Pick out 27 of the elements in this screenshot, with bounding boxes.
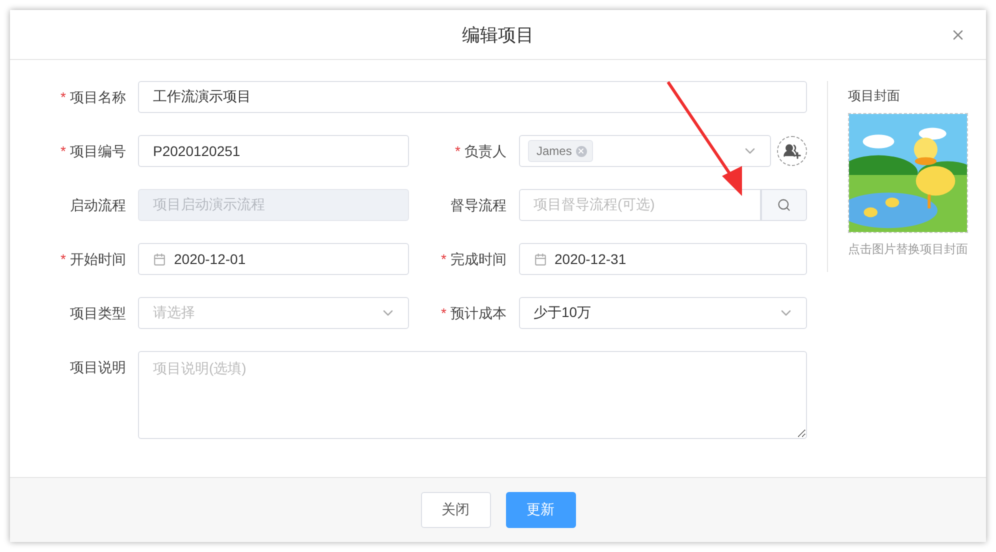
field-label: 启动流程: [69, 196, 127, 215]
field-label: * 完成时间: [440, 250, 508, 269]
dialog-title: 编辑项目: [462, 24, 534, 46]
secondary-button[interactable]: 关闭: [420, 492, 490, 528]
user-select-field[interactable]: James: [518, 135, 771, 167]
text-field[interactable]: P2020120251: [138, 135, 408, 167]
cover-hint: 点击图片替换项目封面: [848, 241, 968, 258]
cover-title: 项目封面: [848, 87, 901, 105]
select-field[interactable]: 少于10万: [518, 297, 807, 329]
calendar-icon: [534, 252, 546, 266]
field-label: 项目说明: [69, 358, 127, 377]
calendar-icon: [153, 252, 166, 266]
date-field[interactable]: 2020-12-31: [518, 243, 807, 275]
search-button[interactable]: [761, 189, 807, 221]
text-field[interactable]: 工作流演示项目: [138, 81, 807, 113]
field-label: * 预计成本: [440, 304, 508, 323]
search-icon: [777, 198, 791, 212]
add-user-icon: [783, 143, 801, 159]
field-label: * 开始时间: [60, 250, 127, 269]
description-field[interactable]: 项目说明(选填): [138, 351, 807, 439]
field-label: * 项目名称: [60, 88, 127, 107]
field-label: * 项目编号: [60, 142, 127, 161]
field-label: 项目类型: [69, 304, 127, 323]
field-label: * 负责人: [454, 142, 508, 161]
user-tag: James: [528, 140, 593, 162]
field-label: 督导流程: [450, 196, 508, 215]
date-field[interactable]: 2020-12-01: [138, 243, 408, 275]
